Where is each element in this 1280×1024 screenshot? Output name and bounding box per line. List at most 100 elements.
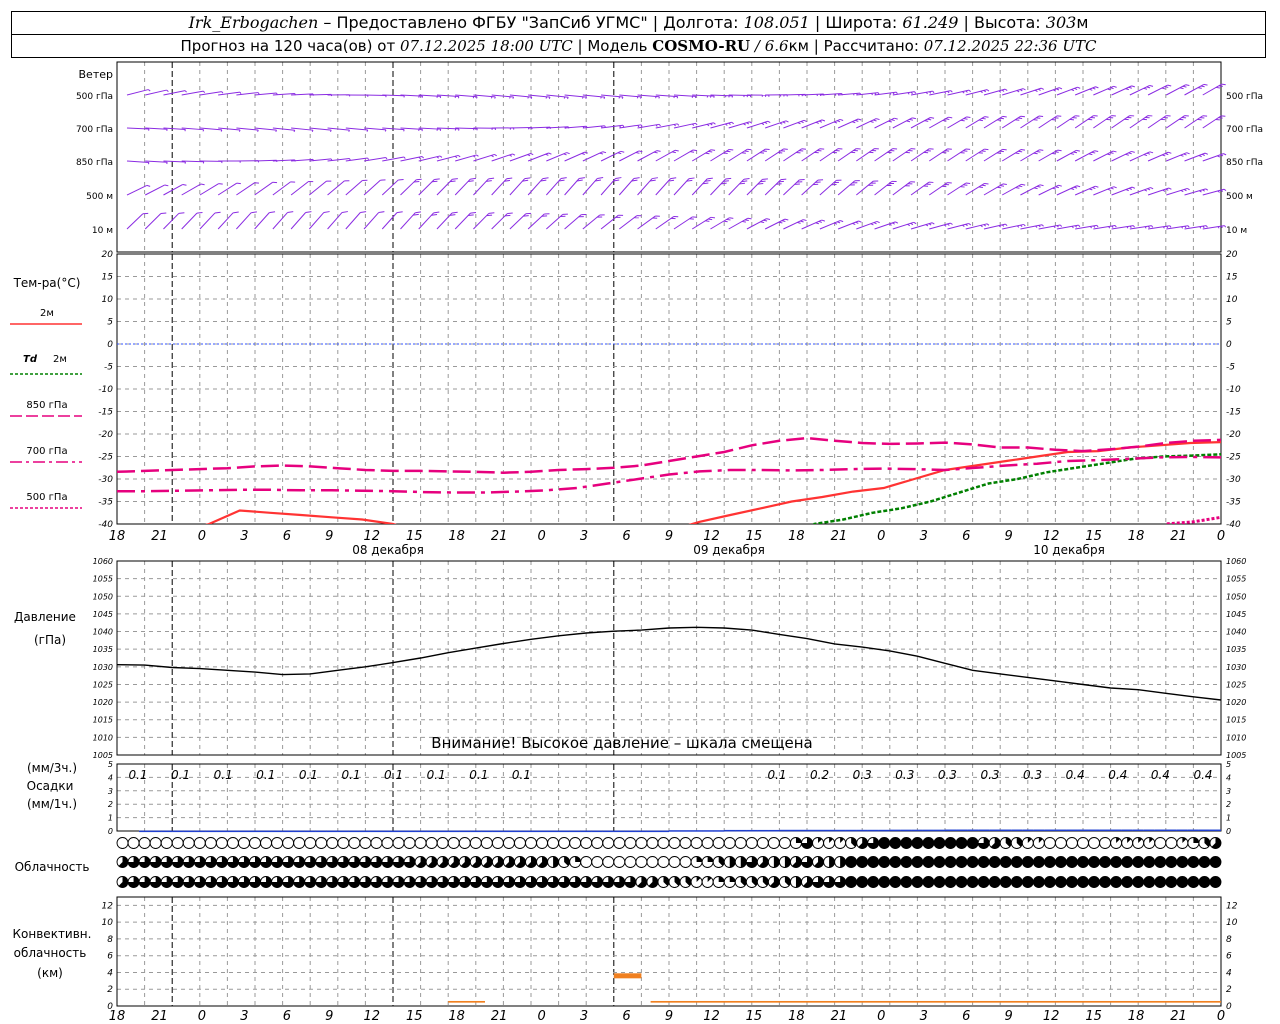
hour-label-bottom: 18	[788, 1009, 805, 1024]
cloud-symbol	[1187, 876, 1200, 888]
barb-staff	[363, 179, 381, 196]
precip-bar	[404, 830, 416, 833]
barb-staff	[473, 178, 489, 196]
barb-feather	[1070, 188, 1075, 190]
barb-feather	[888, 120, 892, 123]
cloud-fill	[1121, 856, 1133, 868]
cloud-symbol	[436, 876, 449, 888]
cloud-symbol	[359, 876, 372, 888]
barb-feather	[1015, 187, 1020, 189]
precip-bar	[867, 829, 879, 832]
convective-cloud-bar	[448, 1000, 485, 1003]
cloud-fill	[911, 837, 923, 849]
barb-feather	[581, 152, 585, 155]
barb-feather	[695, 122, 698, 126]
cloud-fill	[729, 856, 736, 868]
cloud-symbol	[1209, 837, 1222, 849]
cloud-symbol	[193, 856, 206, 868]
temp-tick-right: -40	[1226, 520, 1241, 530]
barb-feather	[981, 117, 986, 120]
barb-feather	[293, 129, 296, 133]
barb-feather	[948, 116, 953, 119]
cloud-symbol	[536, 837, 548, 849]
barb-feather	[1146, 152, 1151, 155]
barb-feather	[779, 122, 783, 125]
cloud-circle	[1066, 837, 1078, 849]
wind-barb	[1074, 150, 1099, 162]
barb-feather	[330, 129, 332, 133]
barb-feather	[378, 211, 385, 214]
hour-label-bottom: 3	[580, 1009, 588, 1024]
barb-feather	[1073, 186, 1078, 189]
precip-bar	[1066, 829, 1078, 832]
cloud-symbol	[1132, 876, 1145, 888]
cloud-fill	[575, 856, 581, 862]
day-label: 10 декабря	[1033, 543, 1105, 557]
temp-tick-left: 10	[102, 295, 114, 305]
precip-bar	[271, 830, 283, 833]
wind-barb	[892, 221, 917, 230]
cloud-symbol	[602, 876, 615, 888]
barb-feather	[567, 96, 569, 100]
precip-bar	[956, 829, 968, 832]
barb-feather	[1203, 83, 1208, 86]
precip-bar	[161, 830, 173, 833]
barb-feather	[986, 223, 990, 226]
cloud-circle	[514, 837, 526, 849]
barb-staff	[327, 212, 343, 230]
cloud-symbol	[425, 837, 438, 849]
hour-label-bottom: 9	[325, 1009, 333, 1024]
barb-feather	[895, 91, 898, 95]
cloud-symbol	[249, 837, 261, 849]
barb-feather	[418, 129, 420, 132]
barb-feather	[652, 177, 658, 180]
cloud-symbol	[1032, 837, 1045, 849]
barb-feather	[1149, 151, 1154, 154]
precip-bar	[326, 830, 338, 833]
barb-feather	[894, 117, 898, 120]
precip-bar	[348, 830, 360, 833]
wind-barb	[746, 148, 770, 162]
cloud-symbol	[569, 856, 582, 868]
day-label: 09 декабря	[693, 543, 765, 557]
barb-staff	[381, 179, 399, 196]
precip-bar	[1033, 829, 1045, 832]
barb-staff	[436, 178, 453, 196]
cloud-symbol	[381, 856, 394, 868]
barb-feather	[635, 151, 640, 154]
pressure-tick-right: 1060	[1226, 557, 1246, 566]
cloud-symbol	[712, 856, 725, 868]
hour-label-top: 6	[622, 529, 630, 544]
cloud-symbol	[1176, 856, 1189, 868]
barb-feather	[1106, 153, 1111, 156]
barb-feather	[818, 120, 823, 123]
precip-bar	[746, 829, 758, 832]
cloud-symbol	[580, 876, 593, 888]
cloud-symbol	[690, 837, 703, 849]
barb-feather	[1204, 152, 1209, 155]
barb-feather	[928, 223, 932, 226]
pressure-tick-right: 1050	[1226, 592, 1246, 601]
wind-barb	[1020, 184, 1044, 196]
cloud-symbol	[889, 837, 902, 849]
cloud-symbol	[282, 837, 295, 849]
cloud-fill	[945, 876, 957, 888]
cloud-circle	[613, 837, 626, 849]
cloud-symbol	[955, 837, 968, 849]
barb-staff	[345, 180, 363, 196]
barb-staff	[126, 184, 148, 196]
cloud-symbol	[955, 876, 968, 888]
barb-feather	[452, 178, 458, 180]
barb-staff	[1129, 85, 1150, 96]
barb-feather	[726, 150, 731, 153]
barb-feather	[965, 90, 968, 93]
cloud-symbol	[900, 837, 913, 849]
hour-label-bottom: 15	[746, 1009, 763, 1024]
barb-feather	[821, 119, 826, 122]
cloud-symbol	[514, 837, 526, 849]
precip-tick-left: 1	[108, 814, 113, 823]
hour-label-bottom: 15	[406, 1009, 423, 1024]
barb-feather	[950, 222, 953, 225]
cloud-circle	[734, 837, 747, 849]
cloud-symbol	[944, 837, 957, 849]
